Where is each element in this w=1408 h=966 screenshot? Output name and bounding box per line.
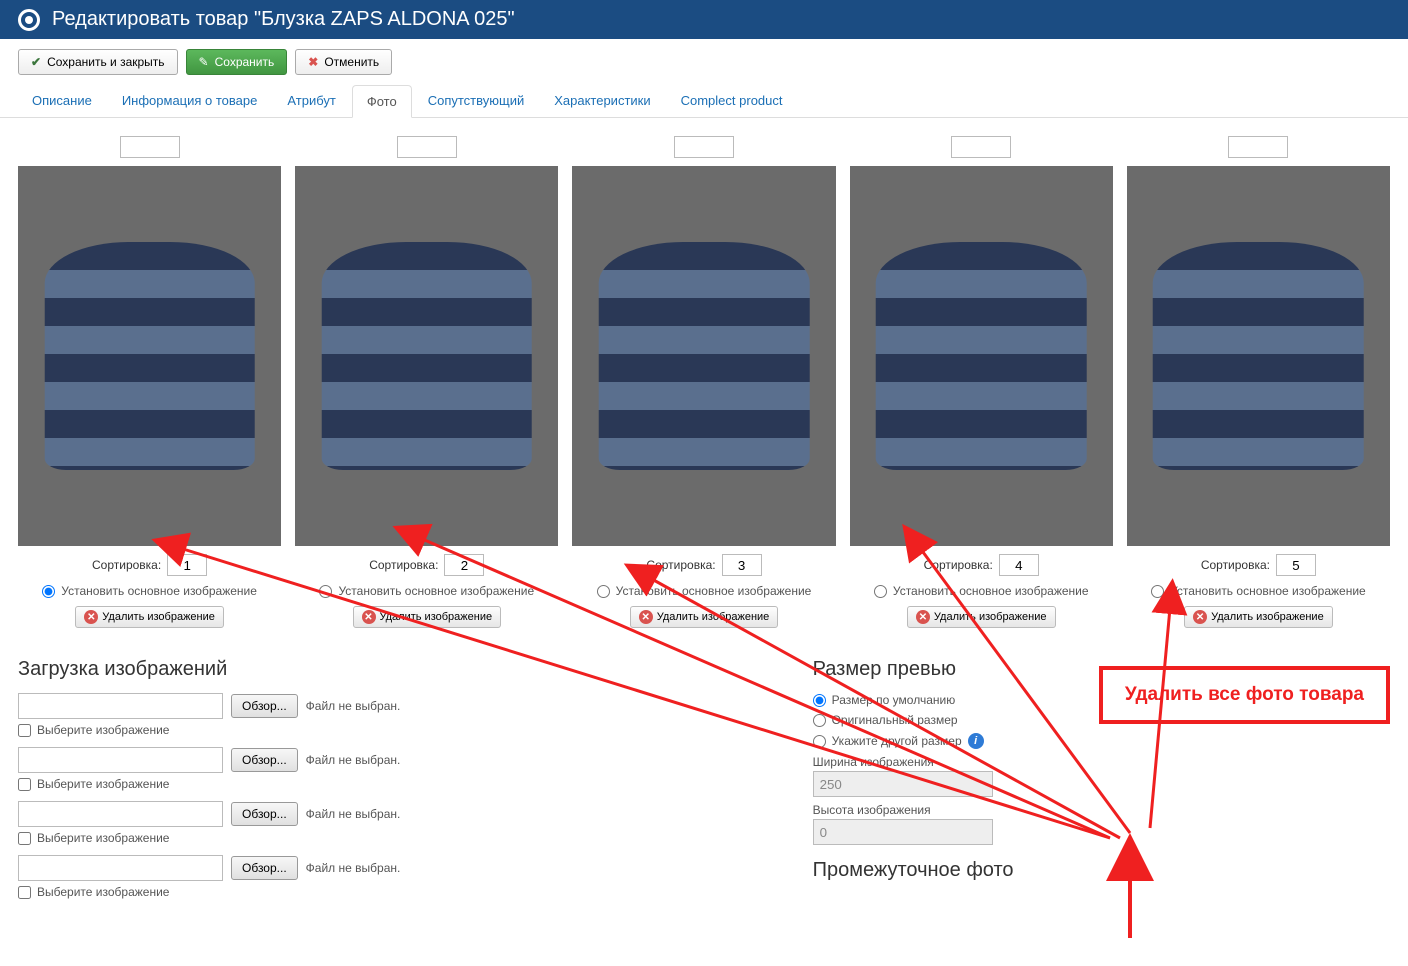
browse-button-3[interactable]: Обзор... <box>231 802 298 826</box>
photo-item-2: Сортировка: Установить основное изображе… <box>295 136 558 628</box>
sort-label: Сортировка: <box>92 558 161 572</box>
target-icon <box>18 9 40 31</box>
delete-icon: ✕ <box>84 610 98 624</box>
page-title: Редактировать товар "Блузка ZAPS ALDONA … <box>52 8 515 31</box>
tab-info[interactable]: Информация о товаре <box>108 85 272 117</box>
file-status-4: Файл не выбран. <box>306 861 401 875</box>
file-path-2[interactable] <box>18 747 223 773</box>
save-button[interactable]: ✎ Сохранить <box>186 49 288 75</box>
cancel-label: Отменить <box>324 55 379 69</box>
preview-column: Размер превью Размер по умолчанию Оригин… <box>813 646 1390 909</box>
tab-description[interactable]: Описание <box>18 85 106 117</box>
edit-icon: ✎ <box>199 55 209 69</box>
file-path-3[interactable] <box>18 801 223 827</box>
select-image-2[interactable]: Выберите изображение <box>18 777 773 791</box>
delete-icon: ✕ <box>1193 610 1207 624</box>
photo-item-4: Сортировка: Установить основное изображе… <box>850 136 1113 628</box>
lower-section: Загрузка изображений Обзор... Файл не выб… <box>0 646 1408 939</box>
photo-grid: Сортировка: Установить основное изображе… <box>0 118 1408 646</box>
set-main-1[interactable]: Установить основное изображение <box>42 584 257 598</box>
sort-input-2[interactable] <box>444 554 484 576</box>
photo-top-input[interactable] <box>674 136 734 158</box>
file-status-3: Файл не выбран. <box>306 807 401 821</box>
delete-all-label: Удалить все фото товара <box>1125 684 1364 705</box>
tab-photo[interactable]: Фото <box>352 85 412 118</box>
tab-bar: Описание Информация о товаре Атрибут Фот… <box>0 85 1408 118</box>
tab-complect[interactable]: Complect product <box>667 85 797 117</box>
tab-related[interactable]: Сопутствующий <box>414 85 539 117</box>
width-input[interactable] <box>813 771 993 797</box>
tab-specs[interactable]: Характеристики <box>540 85 664 117</box>
cancel-icon: ✖ <box>308 55 318 69</box>
delete-all-highlight[interactable]: Удалить все фото товара <box>1099 666 1390 724</box>
cancel-button[interactable]: ✖ Отменить <box>295 49 392 75</box>
action-toolbar: ✔ Сохранить и закрыть ✎ Сохранить ✖ Отме… <box>0 39 1408 85</box>
check-icon: ✔ <box>31 55 41 69</box>
delete-icon: ✕ <box>362 610 376 624</box>
height-label: Высота изображения <box>813 803 1390 817</box>
product-image-1 <box>18 166 281 546</box>
select-image-3[interactable]: Выберите изображение <box>18 831 773 845</box>
delete-image-2[interactable]: ✕Удалить изображение <box>353 606 502 628</box>
upload-heading: Загрузка изображений <box>18 658 773 681</box>
browse-button-1[interactable]: Обзор... <box>231 694 298 718</box>
height-input[interactable] <box>813 819 993 845</box>
photo-item-5: Сортировка: Установить основное изображе… <box>1127 136 1390 628</box>
page-header: Редактировать товар "Блузка ZAPS ALDONA … <box>0 0 1408 39</box>
product-image-4 <box>850 166 1113 546</box>
file-status-2: Файл не выбран. <box>306 753 401 767</box>
file-path-4[interactable] <box>18 855 223 881</box>
upload-column: Загрузка изображений Обзор... Файл не выб… <box>18 646 773 909</box>
set-main-5[interactable]: Установить основное изображение <box>1151 584 1366 598</box>
tab-attribute[interactable]: Атрибут <box>273 85 349 117</box>
select-image-4[interactable]: Выберите изображение <box>18 885 773 899</box>
delete-image-1[interactable]: ✕Удалить изображение <box>75 606 224 628</box>
product-image-3 <box>572 166 835 546</box>
size-custom[interactable]: Укажите другой размерi <box>813 733 1390 749</box>
product-image-5 <box>1127 166 1390 546</box>
photo-top-input[interactable] <box>397 136 457 158</box>
set-main-3[interactable]: Установить основное изображение <box>597 584 812 598</box>
file-path-1[interactable] <box>18 693 223 719</box>
save-close-label: Сохранить и закрыть <box>47 55 164 69</box>
photo-top-input[interactable] <box>951 136 1011 158</box>
file-status-1: Файл не выбран. <box>306 699 401 713</box>
intermediate-heading: Промежуточное фото <box>813 859 1390 882</box>
browse-button-4[interactable]: Обзор... <box>231 856 298 880</box>
save-label: Сохранить <box>215 55 275 69</box>
product-image-2 <box>295 166 558 546</box>
select-image-1[interactable]: Выберите изображение <box>18 723 773 737</box>
width-label: Ширина изображения <box>813 755 1390 769</box>
photo-top-input[interactable] <box>1228 136 1288 158</box>
sort-input-5[interactable] <box>1276 554 1316 576</box>
photo-item-3: Сортировка: Установить основное изображе… <box>572 136 835 628</box>
delete-icon: ✕ <box>639 610 653 624</box>
browse-button-2[interactable]: Обзор... <box>231 748 298 772</box>
delete-image-4[interactable]: ✕Удалить изображение <box>907 606 1056 628</box>
set-main-4[interactable]: Установить основное изображение <box>874 584 1089 598</box>
info-icon: i <box>968 733 984 749</box>
save-close-button[interactable]: ✔ Сохранить и закрыть <box>18 49 178 75</box>
sort-input-1[interactable] <box>167 554 207 576</box>
sort-input-4[interactable] <box>999 554 1039 576</box>
photo-top-input[interactable] <box>120 136 180 158</box>
photo-item-1: Сортировка: Установить основное изображе… <box>18 136 281 628</box>
delete-image-5[interactable]: ✕Удалить изображение <box>1184 606 1333 628</box>
sort-input-3[interactable] <box>722 554 762 576</box>
delete-image-3[interactable]: ✕Удалить изображение <box>630 606 779 628</box>
set-main-2[interactable]: Установить основное изображение <box>319 584 534 598</box>
delete-icon: ✕ <box>916 610 930 624</box>
